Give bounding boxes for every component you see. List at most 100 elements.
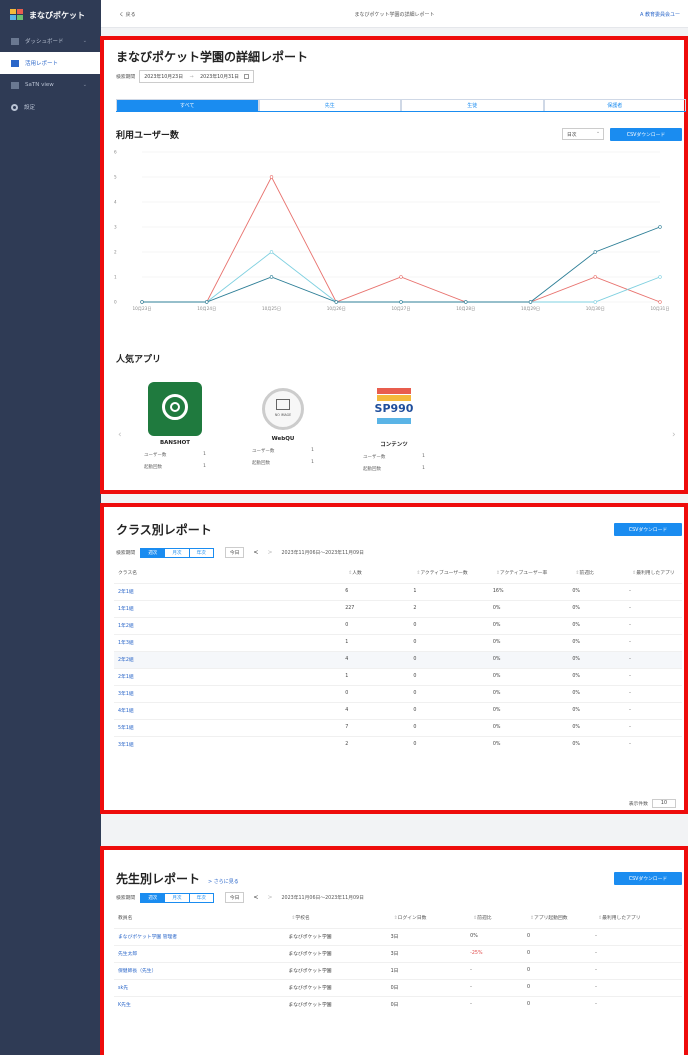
column-header[interactable]: ⇕アクティブユーザー率 — [489, 563, 569, 583]
table-cell: 3日 — [386, 927, 467, 945]
carousel-prev-icon[interactable]: ‹ — [118, 430, 122, 440]
column-header[interactable]: ⇕人数 — [341, 563, 409, 583]
y-tick-label: 5 — [114, 175, 117, 180]
table-cell[interactable]: 4年1組 — [114, 701, 342, 719]
tab-all[interactable]: すべて — [116, 99, 259, 111]
gear-icon — [11, 103, 18, 111]
app-card[interactable]: BANSHOT ユーザー数 1 起動回数 1 — [130, 382, 220, 470]
today-button[interactable]: 今日 — [224, 547, 245, 558]
table-cell[interactable]: 保健師長（先生） — [114, 961, 285, 979]
x-tick-label: 10月27日 — [391, 306, 410, 312]
seg-yearly[interactable]: 年次 — [190, 894, 213, 902]
csv-download-button[interactable]: CSVダウンロード — [610, 128, 682, 141]
sp990-icon: SP990 — [367, 382, 421, 436]
carousel-next-icon[interactable]: › — [672, 430, 676, 440]
users-value: 1 — [422, 454, 425, 459]
table-cell: 0% — [568, 616, 626, 634]
table-row[interactable]: K先生 まなびポケット学園 0日 -0- — [114, 995, 682, 1013]
table-cell[interactable]: 先生太郎 — [114, 944, 285, 962]
y-tick-label: 2 — [114, 250, 117, 255]
page-size-select[interactable]: 10 — [651, 799, 676, 808]
teacher-report-title: 先生別レポート — [116, 872, 201, 886]
table-cell: 0 — [341, 616, 410, 634]
sidebar-item-dashboard[interactable]: ダッシュボード ⌄ — [0, 30, 101, 52]
column-header[interactable]: ⇕前週比 — [466, 908, 523, 928]
seg-weekly[interactable]: 週次 — [141, 893, 166, 902]
unit-select[interactable]: 日次 ⌄ — [562, 128, 604, 140]
table-cell[interactable]: まなびポケット学園 管理者 — [114, 927, 285, 945]
today-button[interactable]: 今日 — [224, 892, 245, 903]
x-tick-label: 10月31日 — [650, 306, 669, 312]
teacher-report-panel: 先生別レポート > さらに見る CSVダウンロード 検索期間 週次 月次 年次 … — [100, 846, 688, 1055]
prev-period-icon[interactable]: < — [253, 894, 258, 901]
data-point — [205, 300, 209, 304]
table-cell[interactable]: 3年1組 — [114, 735, 342, 753]
tab-guardian[interactable]: 保護者 — [543, 99, 686, 111]
csv-download-button[interactable]: CSVダウンロード — [614, 523, 682, 536]
table-cell[interactable]: 2年1組 — [114, 667, 342, 685]
table-cell[interactable]: 2年1組 — [114, 582, 342, 600]
column-header[interactable]: ⇕最利用したアプリ — [625, 563, 682, 583]
table-row[interactable]: 2年1組 6 1 16% 0% - — [114, 582, 682, 600]
next-period-icon[interactable]: > — [267, 549, 272, 556]
sidebar-item-usage-report[interactable]: 活用レポート — [0, 52, 101, 74]
prev-period-icon[interactable]: < — [253, 549, 258, 556]
column-header[interactable]: ⇕前週比 — [568, 563, 625, 583]
column-header[interactable]: ⇕アプリ起動回数 — [523, 908, 591, 928]
table-cell[interactable]: 2年2組 — [114, 650, 342, 668]
table-cell[interactable]: 1年1組 — [114, 599, 342, 617]
table-cell[interactable]: sk先 — [114, 978, 285, 996]
seg-yearly[interactable]: 年次 — [190, 549, 213, 557]
series-line — [142, 176, 661, 303]
seg-monthly[interactable]: 月次 — [165, 548, 190, 557]
seg-monthly[interactable]: 月次 — [165, 893, 190, 902]
table-row[interactable]: 1年3組 1 0 0% 0% - — [114, 633, 682, 651]
column-header[interactable]: ⇕ログイン日数 — [387, 908, 467, 928]
table-cell[interactable]: 3年1組 — [114, 684, 342, 702]
column-header[interactable]: ⇕最利用したアプリ — [591, 908, 682, 928]
teacher-table: 教員名 ⇕学校名 ⇕ログイン日数 ⇕前週比 ⇕アプリ起動回数 ⇕最利用したアプリ まなびポ… — [114, 908, 682, 1013]
table-row[interactable]: 先生太郎 まなびポケット学園 3日 -25% 0- — [114, 944, 682, 962]
tab-student[interactable]: 生徒 — [401, 99, 544, 111]
table-cell: - — [625, 667, 682, 685]
table-row[interactable]: 1年1組 227 2 0% 0% - — [114, 599, 682, 617]
column-header[interactable]: クラス名 — [114, 563, 341, 583]
see-more-link[interactable]: > さらに見る — [208, 878, 239, 885]
table-cell[interactable]: 1年2組 — [114, 616, 342, 634]
table-cell[interactable]: K先生 — [114, 995, 285, 1013]
period-label: 検索期間 — [116, 551, 136, 556]
table-cell: 0 — [522, 978, 592, 996]
table-row[interactable]: sk先 まなびポケット学園 0日 -0- — [114, 978, 682, 996]
app-card[interactable]: SP990 コンテンツ ユーザー数 1 起動回数 1 — [349, 382, 439, 472]
next-period-icon[interactable]: > — [267, 894, 272, 901]
column-header[interactable]: ⇕アクティブユーザー数 — [409, 563, 489, 583]
table-row[interactable]: まなびポケット学園 管理者 まなびポケット学園 3日 0% 0- — [114, 927, 682, 945]
x-tick-label: 10月24日 — [197, 306, 216, 312]
table-row[interactable]: 1年2組 0 0 0% 0% - — [114, 616, 682, 634]
sidebar-item-satn-view[interactable]: SaTN view ⌄ — [0, 74, 101, 96]
app-card[interactable]: NO IMAGE WebQU ユーザー数 1 起動回数 1 — [238, 382, 328, 466]
table-row[interactable]: 保健師長（先生） まなびポケット学園 1日 -0- — [114, 961, 682, 979]
table-cell: 0日 — [386, 978, 467, 996]
table-row[interactable]: 3年1組 0 0 0% 0% - — [114, 684, 682, 702]
table-cell: - — [591, 944, 682, 962]
column-header[interactable]: ⇕学校名 — [284, 908, 386, 928]
table-row[interactable]: 4年1組 4 0 0% 0% - — [114, 701, 682, 719]
date-range-picker[interactable]: 2023年10月23日 → 2023年10月31日 — [139, 70, 255, 83]
table-row[interactable]: 2年1組 1 0 0% 0% - — [114, 667, 682, 685]
tab-teacher[interactable]: 先生 — [258, 99, 401, 111]
table-cell[interactable]: 5年1組 — [114, 718, 342, 736]
table-cell: 0 — [409, 701, 489, 719]
table-cell[interactable]: 1年3組 — [114, 633, 342, 651]
user-menu[interactable]: A 教育委員会ユー — [640, 11, 680, 18]
table-row[interactable]: 3年1組 2 0 0% 0% - — [114, 735, 682, 753]
column-header[interactable]: 教員名 — [114, 908, 284, 928]
app-logo[interactable]: まなびポケット — [0, 0, 101, 30]
starts-value: 1 — [311, 460, 314, 465]
seg-weekly[interactable]: 週次 — [141, 548, 166, 557]
sidebar-item-settings[interactable]: 設定 — [0, 96, 101, 118]
table-row[interactable]: 5年1組 7 0 0% 0% - — [114, 718, 682, 736]
sidebar-item-label: ダッシュボード — [25, 39, 64, 45]
csv-download-button[interactable]: CSVダウンロード — [614, 872, 682, 885]
table-row[interactable]: 2年2組 4 0 0% 0% - — [114, 650, 682, 668]
